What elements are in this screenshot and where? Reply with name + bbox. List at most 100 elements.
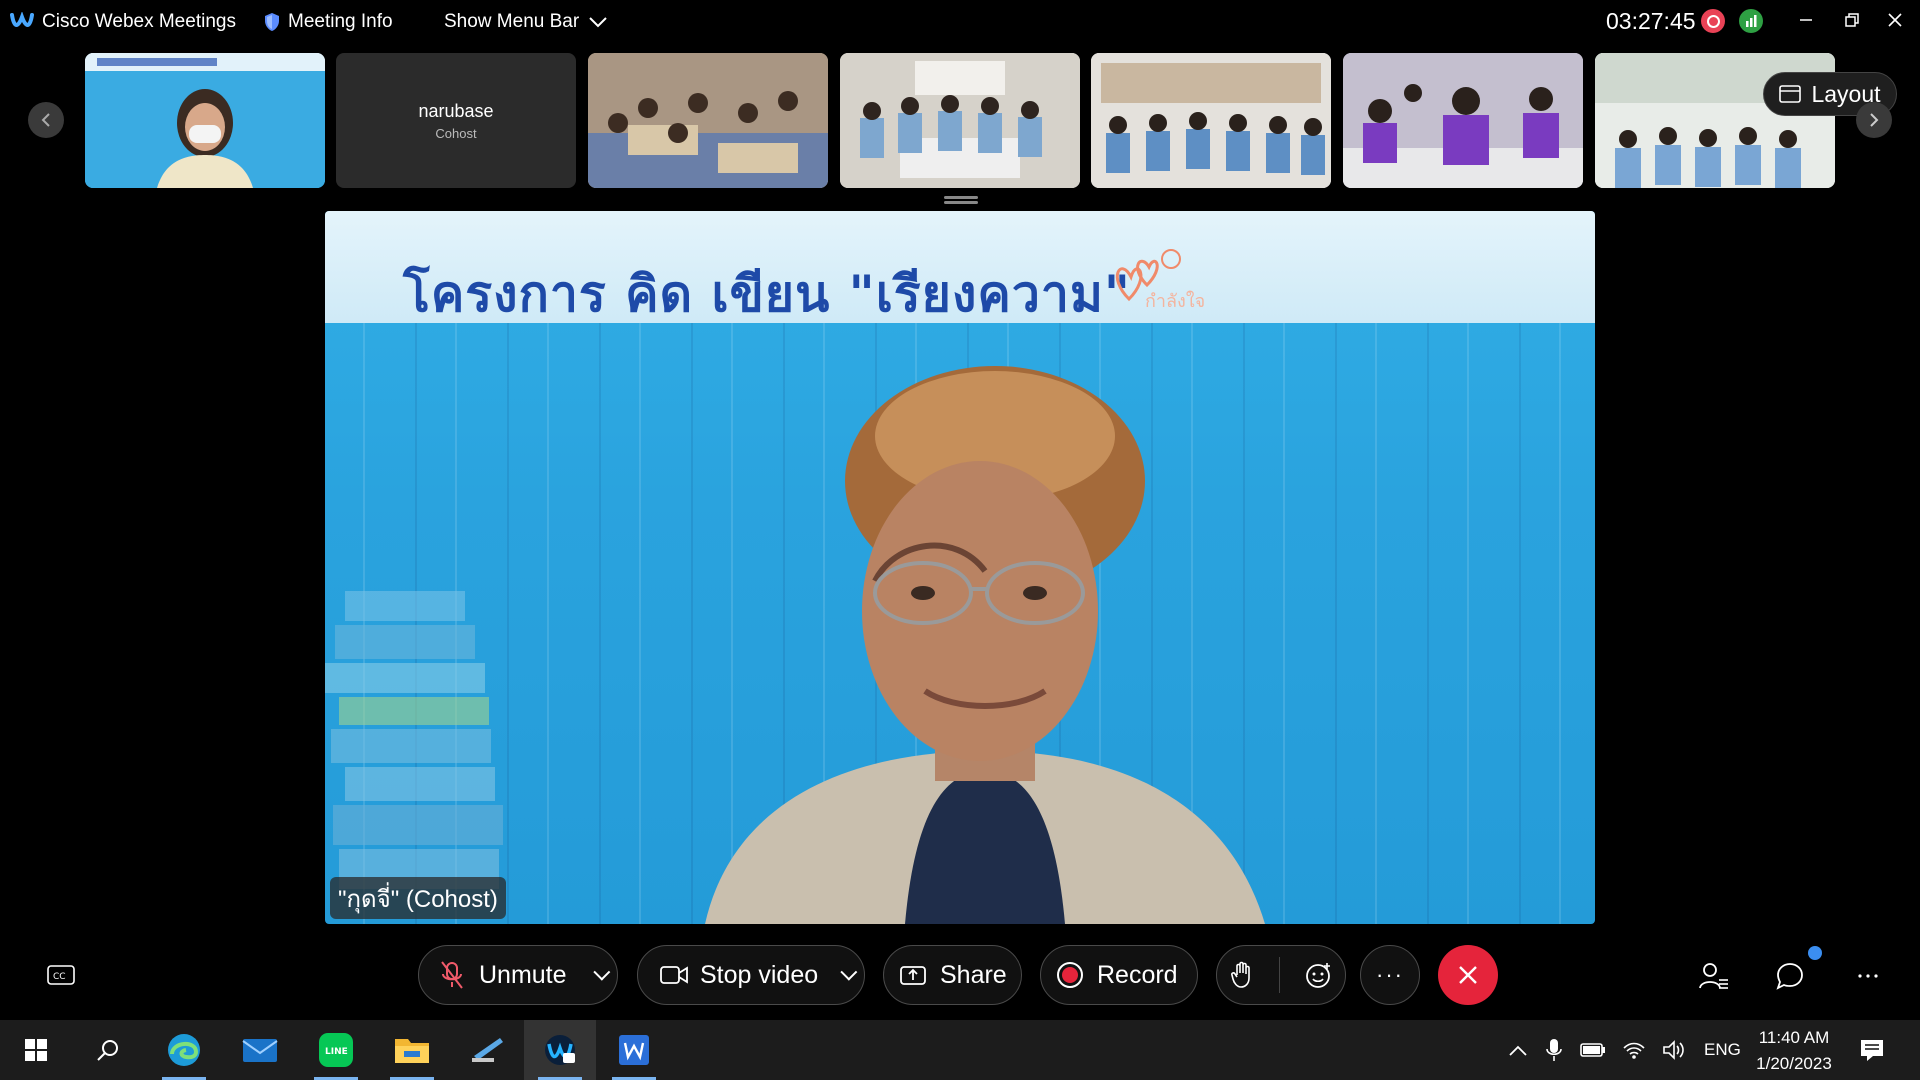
svg-text:กำลังใจ: กำลังใจ (1145, 290, 1205, 312)
taskbar-mail[interactable] (224, 1020, 296, 1080)
app-title: Cisco Webex Meetings (42, 11, 236, 32)
participant-video-frame (85, 53, 325, 188)
taskbar-line[interactable]: LINE (300, 1020, 372, 1080)
participant-video-frame (840, 53, 1080, 188)
more-options-label: ··· (1376, 962, 1404, 987)
more-options-button[interactable]: ··· (1360, 945, 1420, 1005)
more-panels-button[interactable] (1850, 958, 1886, 994)
meeting-info-button[interactable]: Meeting Info (264, 10, 393, 34)
network-quality-icon[interactable] (1739, 9, 1763, 33)
microphone-icon[interactable] (1546, 1038, 1562, 1062)
stop-video-label: Stop video (700, 960, 819, 989)
chat-icon (1776, 963, 1803, 990)
reactions-group (1216, 945, 1346, 1005)
stop-video-button[interactable]: Stop video (637, 945, 865, 1005)
input-language-indicator[interactable]: ENG (1704, 1040, 1741, 1060)
taskbar-date: 1/20/2023 (1756, 1054, 1832, 1073)
chat-notification-badge (1808, 946, 1822, 960)
chat-button[interactable] (1772, 958, 1808, 994)
participant-name: narubase (418, 100, 494, 121)
meeting-info-label: Meeting Info (288, 11, 393, 32)
participant-video-tile[interactable] (840, 53, 1080, 188)
show-menu-bar-button[interactable]: Show Menu Bar (444, 10, 607, 34)
participants-button[interactable] (1696, 958, 1732, 994)
participant-video-tile[interactable] (1091, 53, 1331, 188)
start-button[interactable] (0, 1020, 72, 1080)
chevron-up-icon[interactable] (1508, 1043, 1528, 1057)
taskbar-remote-desktop[interactable] (452, 1020, 524, 1080)
chevron-right-icon (1870, 113, 1879, 127)
taskbar-word[interactable] (598, 1020, 670, 1080)
restore-icon[interactable] (1834, 6, 1870, 34)
participant-video-tile[interactable] (85, 53, 325, 188)
svg-text:LINE: LINE (325, 1047, 348, 1057)
taskbar-search-button[interactable] (72, 1020, 144, 1080)
share-icon (900, 966, 926, 985)
webex-logo-icon (10, 12, 34, 27)
close-icon[interactable] (1877, 6, 1913, 34)
microphone-muted-icon (441, 961, 463, 989)
active-speaker-video[interactable]: โครงการ คิด เขียน "เรียงความ" กำลังใจ "ก… (325, 211, 1595, 924)
chevron-down-icon[interactable] (592, 963, 610, 981)
participant-video-frame (1343, 53, 1583, 188)
shield-icon (265, 13, 279, 31)
meeting-elapsed-time: 03:27:45 (1606, 8, 1696, 34)
notification-icon (1861, 1040, 1883, 1061)
battery-icon[interactable] (1580, 1041, 1606, 1059)
action-center-button[interactable] (1836, 1020, 1908, 1080)
project-logo-icon: กำลังใจ (1115, 249, 1205, 312)
participants-icon (1699, 963, 1728, 989)
title-bar: Cisco Webex Meetings Meeting Info Show M… (0, 0, 1920, 44)
svg-text:CC: CC (53, 972, 66, 982)
virtual-background-banner: โครงการ คิด เขียน "เรียงความ" กำลังใจ (325, 211, 1595, 323)
filmstrip-prev-button[interactable] (28, 102, 64, 138)
more-horizontal-icon (1858, 974, 1878, 978)
participant-video-frame (588, 53, 828, 188)
minimize-icon[interactable] (1788, 6, 1824, 34)
file-explorer-icon (395, 1039, 429, 1063)
participant-name-tile[interactable]: narubase Cohost (336, 53, 576, 188)
search-icon (97, 1040, 118, 1061)
closed-captions-icon: CC (47, 965, 75, 985)
filmstrip-next-button[interactable] (1856, 102, 1892, 138)
book-stack-decoration (325, 591, 503, 889)
closed-captions-button[interactable]: CC (43, 958, 79, 994)
record-icon (1057, 962, 1083, 988)
chevron-left-icon (41, 113, 50, 127)
webex-icon (545, 1035, 575, 1065)
line-icon: LINE (319, 1033, 353, 1067)
edge-icon (168, 1034, 200, 1066)
taskbar-clock[interactable]: 11:40 AM 1/20/2023 (1746, 1025, 1842, 1077)
taskbar-webex[interactable] (524, 1020, 596, 1080)
share-button[interactable]: Share (883, 945, 1022, 1005)
record-button[interactable]: Record (1040, 945, 1198, 1005)
show-menu-bar-label: Show Menu Bar (444, 11, 580, 32)
chevron-down-icon[interactable] (840, 963, 858, 981)
recording-indicator-icon[interactable] (1701, 9, 1725, 33)
speaker-figure (705, 366, 1265, 924)
wifi-icon[interactable] (1622, 1040, 1646, 1060)
participant-video-frame (1091, 53, 1331, 188)
taskbar-edge[interactable] (148, 1020, 220, 1080)
taskbar-time: 11:40 AM (1758, 1028, 1830, 1047)
close-icon (1459, 966, 1477, 984)
mail-icon (242, 1039, 278, 1062)
taskbar-file-explorer[interactable] (376, 1020, 448, 1080)
emoji-reaction-icon[interactable] (1305, 961, 1333, 989)
volume-icon[interactable] (1662, 1040, 1686, 1060)
word-icon (619, 1035, 649, 1065)
remote-desktop-icon (472, 1038, 503, 1062)
unmute-button[interactable]: Unmute (418, 945, 618, 1005)
speaker-name-label: "กุดจี่" (Cohost) (330, 877, 506, 919)
leave-meeting-button[interactable] (1438, 945, 1498, 1005)
system-tray: ENG (1508, 1020, 1741, 1080)
windows-start-icon (25, 1039, 47, 1061)
participant-video-tile[interactable] (588, 53, 828, 188)
unmute-label: Unmute (479, 960, 567, 989)
video-camera-icon (660, 966, 688, 984)
filmstrip-resize-handle[interactable] (944, 196, 978, 204)
raise-hand-icon[interactable] (1230, 961, 1254, 989)
record-label: Record (1097, 960, 1178, 989)
chevron-down-icon (589, 17, 607, 28)
participant-video-tile[interactable] (1343, 53, 1583, 188)
